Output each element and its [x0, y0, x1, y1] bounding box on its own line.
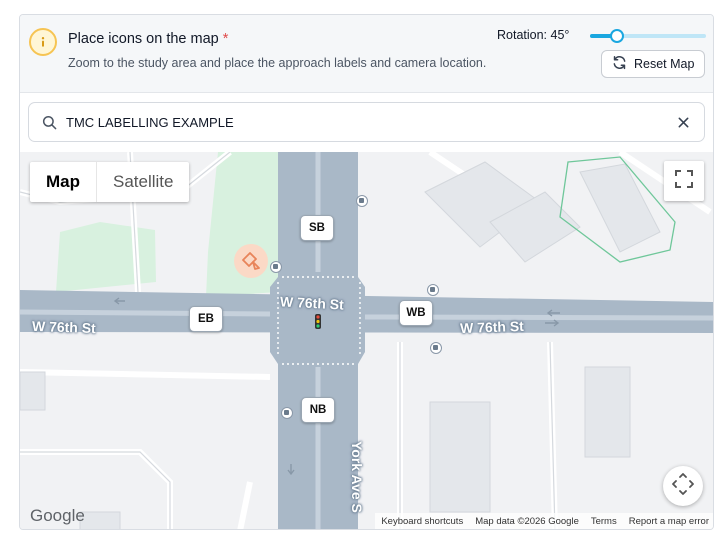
map-attribution: Keyboard shortcuts Map data ©2026 Google…: [375, 513, 713, 529]
bus-stop-icon: [427, 284, 439, 296]
terms-link[interactable]: Terms: [591, 516, 617, 527]
map-base: [20, 152, 713, 529]
search-input[interactable]: TMC LABELLING EXAMPLE: [66, 115, 234, 130]
google-logo: Google: [30, 506, 85, 525]
bus-stop-icon: [270, 261, 282, 273]
street-label-york-ave: York Ave S: [349, 441, 365, 513]
reset-map-button[interactable]: Reset Map: [601, 50, 705, 78]
info-icon: [29, 28, 57, 56]
camera-icon[interactable]: [234, 244, 268, 278]
map-data-text: Map data ©2026 Google: [475, 516, 579, 527]
map-type-control: Map Satellite: [30, 162, 190, 202]
approach-label-sb[interactable]: SB: [300, 215, 334, 241]
map-canvas[interactable]: W 76th St W 76th St W 76th St York Ave S…: [20, 152, 713, 529]
required-marker: *: [222, 31, 229, 47]
page-title: Place icons on the map *: [68, 31, 229, 47]
map-type-satellite-button[interactable]: Satellite: [96, 162, 189, 202]
card-header: Place icons on the map * Zoom to the stud…: [20, 15, 713, 93]
street-label-w76-east: W 76th St: [459, 317, 525, 337]
approach-label-wb[interactable]: WB: [399, 300, 433, 326]
rotation-label: Rotation: 45°: [497, 28, 570, 42]
street-label-w76-west: W 76th St: [31, 317, 97, 337]
map-type-map-button[interactable]: Map: [30, 162, 96, 202]
bus-stop-icon: [356, 195, 368, 207]
report-map-error-link[interactable]: Report a map error: [629, 516, 709, 527]
bus-stop-icon: [281, 407, 293, 419]
pan-control-button[interactable]: [663, 466, 703, 506]
street-label-w76-center: W 76th St: [279, 293, 345, 313]
keyboard-shortcuts-link[interactable]: Keyboard shortcuts: [381, 516, 463, 527]
pan-control-icon: [672, 472, 694, 500]
approach-label-nb[interactable]: NB: [301, 397, 335, 423]
close-icon[interactable]: [677, 116, 690, 134]
approach-label-eb[interactable]: EB: [189, 306, 223, 332]
rotation-slider[interactable]: [590, 29, 706, 43]
search-box[interactable]: TMC LABELLING EXAMPLE: [28, 102, 705, 142]
fullscreen-icon: [675, 169, 693, 193]
map-placement-card: Place icons on the map * Zoom to the stud…: [19, 14, 714, 530]
slider-thumb[interactable]: [610, 29, 624, 43]
refresh-icon: [612, 55, 627, 73]
fullscreen-button[interactable]: [664, 161, 704, 201]
bus-stop-icon: [430, 342, 442, 354]
reset-map-label: Reset Map: [634, 57, 695, 71]
search-icon: [42, 115, 57, 135]
page-subtitle: Zoom to the study area and place the app…: [68, 56, 487, 70]
